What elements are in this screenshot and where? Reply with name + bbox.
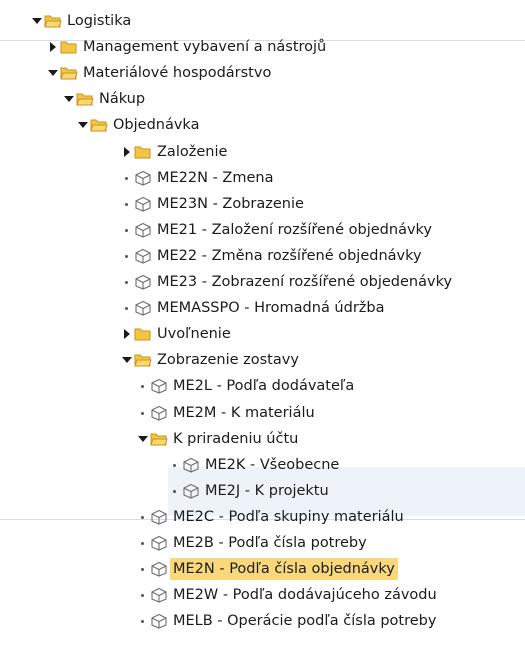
tree-folder[interactable]: K priradeniu účtu xyxy=(136,426,301,452)
tree-transaction[interactable]: ME2W - Podľa dodávajúceho závodu xyxy=(136,582,440,608)
expand-arrow-icon[interactable] xyxy=(120,139,134,165)
folder-open-icon xyxy=(60,60,80,86)
tree-node-label[interactable]: ME2B - Podľa čísla potreby xyxy=(170,532,370,554)
collapse-arrow-icon[interactable] xyxy=(46,60,60,86)
bullet-icon xyxy=(120,191,134,217)
tree-folder[interactable]: Uvoľnenie xyxy=(120,321,234,347)
bullet-icon xyxy=(136,530,150,556)
tree-folder[interactable]: Logistika xyxy=(30,8,134,34)
transaction-cube-icon xyxy=(150,373,170,399)
collapse-arrow-icon[interactable] xyxy=(30,8,44,34)
folder-open-icon xyxy=(90,112,110,138)
tree-transaction[interactable]: ME22N - Zmena xyxy=(120,165,276,191)
collapse-arrow-icon[interactable] xyxy=(120,347,134,373)
tree-transaction[interactable]: MEMASSPO - Hromadná údržba xyxy=(120,295,388,321)
tree-folder[interactable]: Založenie xyxy=(120,139,230,165)
collapse-arrow-icon[interactable] xyxy=(62,86,76,112)
folder-open-icon xyxy=(134,347,154,373)
bullet-icon xyxy=(120,295,134,321)
transaction-cube-icon xyxy=(134,269,154,295)
tree-folder[interactable]: Objednávka xyxy=(76,112,202,138)
transaction-cube-icon xyxy=(182,452,202,478)
tree-node-label[interactable]: Logistika xyxy=(64,10,134,32)
bullet-icon xyxy=(136,556,150,582)
tree-node-label[interactable]: ME21 - Založení rozšířené objednávky xyxy=(154,219,435,241)
bullet-icon xyxy=(120,217,134,243)
tree-transaction[interactable]: ME22 - Změna rozšířené objednávky xyxy=(120,243,425,269)
tree-folder[interactable]: Zobrazenie zostavy xyxy=(120,347,302,373)
tree-transaction[interactable]: ME23N - Zobrazenie xyxy=(120,191,307,217)
tree-node-label[interactable]: Nákup xyxy=(96,88,148,110)
folder-open-icon xyxy=(44,8,64,34)
tree-transaction[interactable]: ME21 - Založení rozšířené objednávky xyxy=(120,217,435,243)
tree-transaction[interactable]: ME2L - Podľa dodávateľa xyxy=(136,373,357,399)
transaction-cube-icon xyxy=(134,243,154,269)
transaction-cube-icon xyxy=(134,191,154,217)
bullet-icon xyxy=(168,452,182,478)
tree-node-label[interactable]: MEMASSPO - Hromadná údržba xyxy=(154,297,388,319)
transaction-cube-icon xyxy=(150,582,170,608)
tree-folder[interactable]: Nákup xyxy=(62,86,148,112)
tree-transaction[interactable]: ME2B - Podľa čísla potreby xyxy=(136,530,370,556)
tree-node-label[interactable]: MELB - Operácie podľa čísla potreby xyxy=(170,610,439,632)
transaction-cube-icon xyxy=(150,608,170,634)
tree-node-label[interactable]: Objednávka xyxy=(110,114,202,136)
tree-transaction[interactable]: ME2J - K projektu xyxy=(168,478,332,504)
bullet-icon xyxy=(168,478,182,504)
expand-arrow-icon[interactable] xyxy=(120,321,134,347)
transaction-cube-icon xyxy=(150,400,170,426)
transaction-cube-icon xyxy=(150,530,170,556)
tree-transaction[interactable]: ME2M - K materiálu xyxy=(136,400,318,426)
tree-transaction[interactable]: ME2N - Podľa čísla objednávky xyxy=(136,556,398,582)
tree-node-label[interactable]: Uvoľnenie xyxy=(154,323,234,345)
folder-open-icon xyxy=(76,86,96,112)
bullet-icon xyxy=(136,504,150,530)
folder-icon xyxy=(60,34,80,60)
transaction-cube-icon xyxy=(134,295,154,321)
bullet-icon xyxy=(136,608,150,634)
tree-node-label[interactable]: Zobrazenie zostavy xyxy=(154,349,302,371)
folder-open-icon xyxy=(150,426,170,452)
bullet-icon xyxy=(136,582,150,608)
tree-node-label[interactable]: Založenie xyxy=(154,141,230,163)
bullet-icon xyxy=(136,373,150,399)
tree-transaction[interactable]: MELB - Operácie podľa čísla potreby xyxy=(136,608,439,634)
expand-arrow-icon[interactable] xyxy=(46,34,60,60)
tree-transaction[interactable]: ME2K - Všeobecne xyxy=(168,452,342,478)
tree-folder[interactable]: Materiálové hospodárstvo xyxy=(46,60,274,86)
bullet-icon xyxy=(136,400,150,426)
tree-folder[interactable]: Management vybavení a nástrojů xyxy=(46,34,329,60)
tree-node-label[interactable]: ME23N - Zobrazenie xyxy=(154,193,307,215)
tree-transaction[interactable]: ME2C - Podľa skupiny materiálu xyxy=(136,504,407,530)
tree-transaction[interactable]: ME23 - Zobrazení rozšířené objedenávky xyxy=(120,269,455,295)
transaction-cube-icon xyxy=(150,556,170,582)
bullet-icon xyxy=(120,165,134,191)
folder-icon xyxy=(134,321,154,347)
tree-node-label[interactable]: ME2K - Všeobecne xyxy=(202,454,342,476)
bullet-icon xyxy=(120,243,134,269)
collapse-arrow-icon[interactable] xyxy=(136,426,150,452)
tree-node-label[interactable]: ME2C - Podľa skupiny materiálu xyxy=(170,506,407,528)
collapse-arrow-icon[interactable] xyxy=(76,112,90,138)
tree-node-label[interactable]: ME2N - Podľa čísla objednávky xyxy=(170,558,398,581)
tree-node-label[interactable]: ME22N - Zmena xyxy=(154,167,276,189)
tree-node-label[interactable]: Management vybavení a nástrojů xyxy=(80,36,329,58)
tree-node-label[interactable]: ME2L - Podľa dodávateľa xyxy=(170,375,357,397)
transaction-cube-icon xyxy=(134,165,154,191)
tree-node-label[interactable]: K priradeniu účtu xyxy=(170,428,301,450)
tree-node-label[interactable]: ME22 - Změna rozšířené objednávky xyxy=(154,245,425,267)
bullet-icon xyxy=(120,269,134,295)
transaction-cube-icon xyxy=(182,478,202,504)
transaction-cube-icon xyxy=(150,504,170,530)
tree-node-label[interactable]: ME23 - Zobrazení rozšířené objedenávky xyxy=(154,271,455,293)
tree-node-label[interactable]: ME2W - Podľa dodávajúceho závodu xyxy=(170,584,440,606)
folder-icon xyxy=(134,139,154,165)
tree-node-label[interactable]: Materiálové hospodárstvo xyxy=(80,62,274,84)
tree-node-label[interactable]: ME2M - K materiálu xyxy=(170,402,318,424)
transaction-cube-icon xyxy=(134,217,154,243)
tree-node-label[interactable]: ME2J - K projektu xyxy=(202,480,332,502)
